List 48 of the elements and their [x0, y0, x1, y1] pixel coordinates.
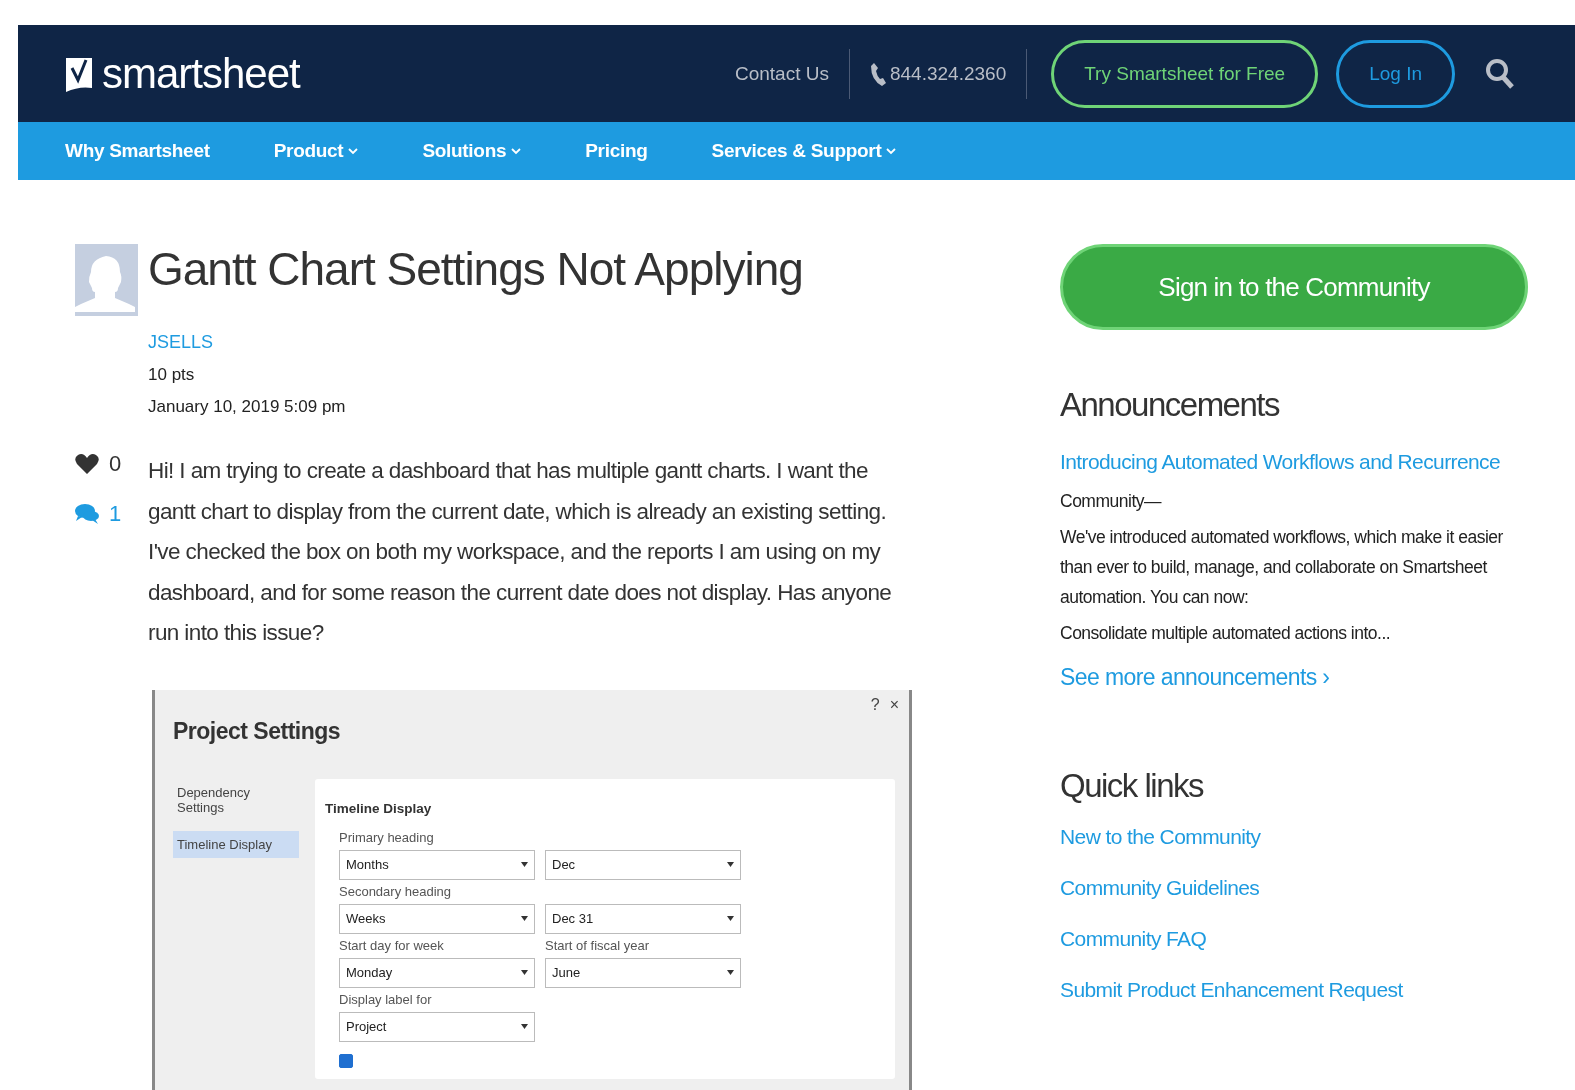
announcement-text: We've introduced automated workflows, which make it easier than ever to build, manage, and collaborate on Smartsheet automation. You can now: [1060, 526, 1504, 609]
select-field[interactable]: Dec [545, 849, 741, 880]
select-field[interactable]: Weeks [339, 903, 535, 934]
avatar-icon [75, 244, 138, 316]
caret-icon [521, 862, 528, 867]
field-label: Display label for [339, 991, 433, 1009]
login-button[interactable]: Log In [1336, 39, 1455, 108]
heart-icon[interactable] [75, 453, 99, 475]
checkbox[interactable] [339, 1053, 353, 1068]
select-field[interactable]: June [545, 957, 741, 988]
post-title: Gantt Chart Settings Not Applying [148, 242, 803, 297]
settings-tab[interactable]: Dependency Settings [173, 778, 299, 821]
search-icon[interactable] [1485, 57, 1515, 90]
comments-icon[interactable] [75, 503, 99, 525]
announcements-heading: Announcements [1060, 386, 1281, 424]
settings-tab[interactable]: Timeline Display [173, 830, 299, 858]
comment-count: 1 [109, 501, 122, 527]
caret-icon [521, 970, 528, 975]
author-points: 10 pts [148, 365, 196, 385]
field-label: Secondary heading [339, 883, 453, 901]
select-field[interactable]: Monday [339, 957, 535, 988]
select-field[interactable]: Months [339, 849, 535, 880]
quick-links-heading: Quick links [1060, 767, 1205, 805]
help-icon[interactable]: ? [870, 695, 880, 714]
phone-icon [869, 61, 886, 86]
post-date: January 10, 2019 5:09 pm [148, 397, 347, 417]
try-free-button[interactable]: Try Smartsheet for Free [1051, 39, 1319, 108]
select-field[interactable]: Project [339, 1011, 535, 1042]
caret-icon [521, 1024, 528, 1029]
logo-text[interactable]: smartsheet [102, 49, 300, 98]
close-icon[interactable]: × [889, 695, 899, 714]
section-title: Timeline Display [325, 800, 433, 816]
caret-icon [521, 916, 528, 921]
field-label: Start of fiscal year [545, 937, 651, 955]
announcement-text: Community— [1060, 490, 1163, 513]
caret-icon [727, 970, 734, 975]
caret-icon [727, 916, 734, 921]
logo-icon [66, 55, 92, 92]
phone-number: 844.324.2360 [889, 62, 1007, 85]
field-label: Start day for week [339, 937, 445, 955]
contact-link[interactable]: Contact Us [735, 62, 829, 85]
caret-icon [727, 862, 734, 867]
select-field[interactable]: Dec 31 [545, 903, 741, 934]
field-label: Primary heading [339, 829, 435, 847]
like-count: 0 [109, 451, 122, 477]
dialog-title: Project Settings [173, 717, 342, 745]
announcement-text: Consolidate multiple automated actions into... [1060, 622, 1392, 645]
post-body: Hi! I am trying to create a dashboard that has multiple gantt charts. I want the gantt chart to display from the current date, which is already an existing setting. I've checked the box on both my workspace, and the reports I am using on my dashboard, and for some reason the current date does not display. Has anyone run into this issue? [148, 457, 893, 647]
